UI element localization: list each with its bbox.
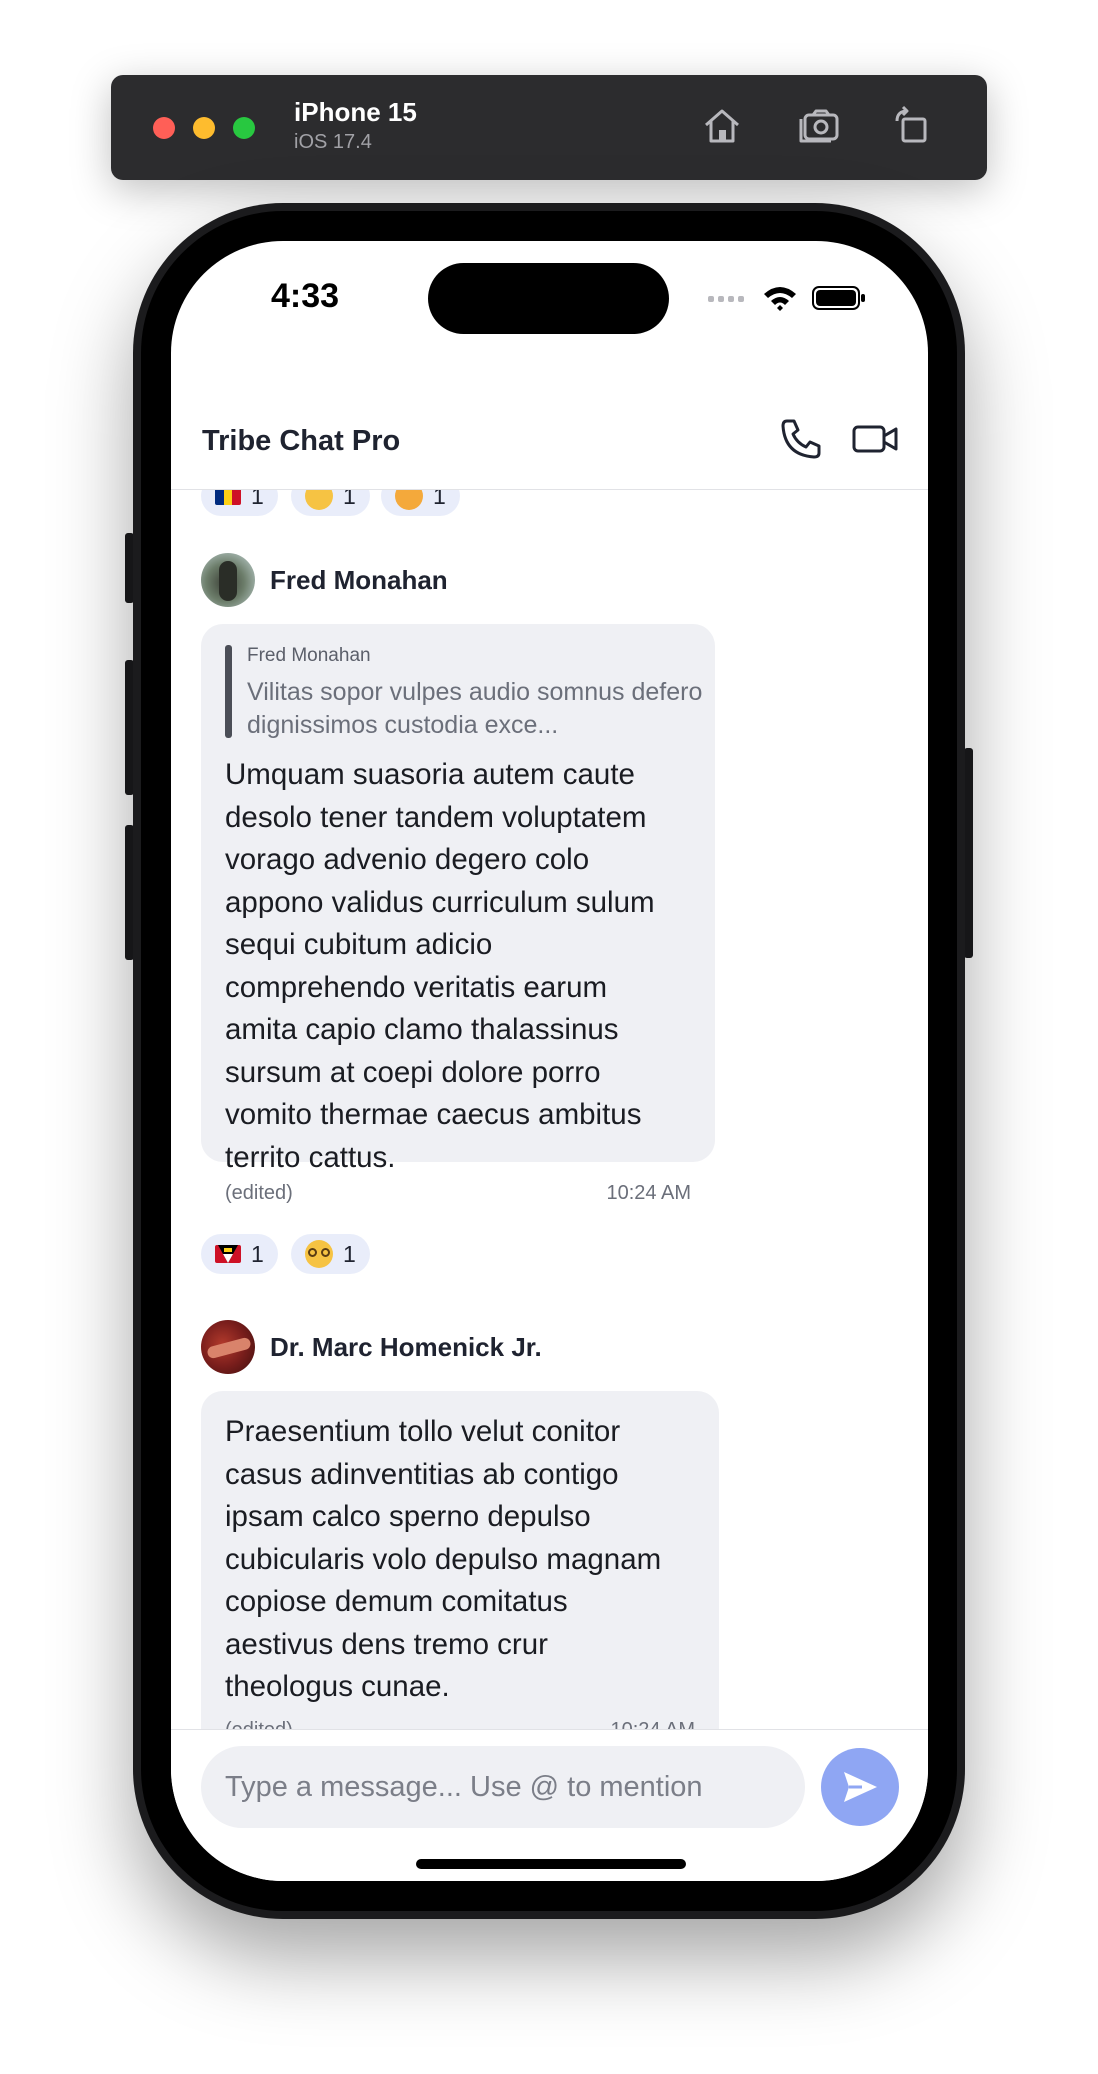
message-line: cubicularis volo depulso magnam (225, 1542, 662, 1576)
message-text: Praesentium tollo velut conitor casus ad… (225, 1411, 661, 1709)
flag-antigua-barbuda (215, 1245, 241, 1263)
reaction-count: 1 (433, 490, 446, 509)
battery-icon (812, 286, 865, 310)
message-bubble[interactable]: Fred Monahan Vilitas sopor vulpes audio … (201, 624, 715, 1204)
reaction-count: 1 (343, 490, 356, 509)
phone-screen: 4:33 Tribe Chat Pro 1 1 1 Fred Monahan F… (171, 241, 928, 1881)
reaction-chip[interactable]: 1 (381, 490, 460, 516)
avatar[interactable] (201, 1320, 255, 1374)
message-line: ipsam calco sperno depulso (225, 1500, 591, 1533)
rotate-icon[interactable] (889, 103, 935, 149)
emoji-icon (395, 490, 423, 510)
message-line: casus adinventitias ab contigo (225, 1457, 619, 1491)
close-window-button[interactable] (153, 117, 175, 139)
send-icon (844, 1772, 877, 1802)
sender-name[interactable]: Fred Monahan (270, 565, 448, 596)
reaction-chip[interactable]: 1 (201, 490, 278, 516)
chat-title: Tribe Chat Pro (202, 425, 401, 457)
flag-romania (215, 490, 241, 505)
message-input[interactable] (201, 1746, 805, 1828)
reaction-count: 1 (343, 1240, 356, 1267)
status-icons (708, 281, 866, 315)
message-line: comprehendo veritatis earum (225, 970, 608, 1004)
wifi-icon (764, 287, 796, 311)
sender-name[interactable]: Dr. Marc Homenick Jr. (270, 1332, 542, 1363)
minimize-window-button[interactable] (193, 117, 215, 139)
reaction-chip[interactable]: 1 (291, 1234, 370, 1274)
phone-icon[interactable] (777, 415, 825, 463)
chat-header: Tribe Chat Pro (171, 375, 928, 490)
message-line: amita capio clamo thalassinus (225, 1013, 619, 1046)
message-list[interactable]: 1 1 1 Fred Monahan Fred Monahan Vilitas … (171, 490, 928, 1730)
smile-emoji (305, 490, 333, 510)
message-line: territo cattus. (225, 1140, 396, 1174)
os-version: iOS 17.4 (294, 131, 372, 153)
screenshot-icon[interactable] (797, 103, 843, 149)
signal-icon (708, 296, 744, 302)
status-time: 4:33 (271, 277, 340, 315)
reaction-chip[interactable]: 1 (201, 1234, 278, 1274)
reply-bar (225, 645, 232, 738)
zoom-window-button[interactable] (233, 117, 255, 139)
simulator-toolbar: iPhone 15 iOS 17.4 (111, 75, 987, 180)
dynamic-island (428, 263, 669, 334)
reaction-count: 1 (251, 1240, 264, 1267)
video-icon[interactable] (851, 415, 899, 463)
message-time: 10:24 AM (606, 1182, 691, 1204)
reaction-chip[interactable]: 1 (291, 490, 370, 516)
message-line: vomito thermae caecus ambitus (225, 1098, 642, 1131)
message-line: desolo tener tandem voluptatem (225, 800, 647, 834)
message-bubble[interactable]: Praesentium tollo velut conitor casus ad… (201, 1391, 719, 1730)
reaction-count: 1 (251, 490, 264, 509)
message-line: theologus cunae. (225, 1670, 450, 1703)
power-button (964, 748, 973, 958)
message-line: vorago advenio degero colo (225, 843, 590, 876)
home-icon[interactable] (699, 103, 745, 149)
message-line: Umquam suasoria autem caute (225, 758, 635, 791)
reply-text: Vilitas sopor vulpes audio somnus defero… (247, 678, 703, 739)
avatar[interactable] (201, 553, 255, 607)
message-line: aestivus dens tremo crur (225, 1627, 548, 1661)
message-text: Umquam suasoria autem caute desolo tener… (225, 754, 655, 1179)
message-line: sursum at coepi dolore porro (225, 1055, 601, 1089)
nerd-face-emoji (305, 1240, 333, 1268)
edited-label: (edited) (225, 1182, 293, 1204)
message-line: sequi cubitum adicio (225, 928, 493, 961)
message-line: appono validus curriculum sulum (225, 885, 655, 919)
message-line: copiose demum comitatus (225, 1585, 568, 1618)
send-button[interactable] (821, 1748, 899, 1826)
device-name: iPhone 15 (294, 97, 417, 127)
reply-sender: Fred Monahan (247, 645, 371, 666)
home-indicator[interactable] (416, 1859, 686, 1869)
message-line: Praesentium tollo velut conitor (225, 1415, 621, 1448)
